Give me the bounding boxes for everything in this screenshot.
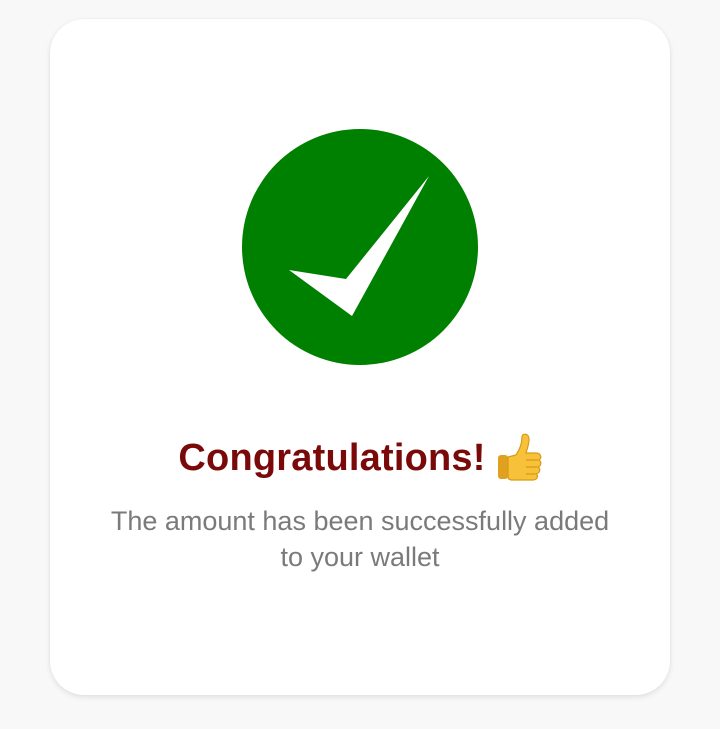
title-row: Congratulations! (50, 433, 670, 483)
success-dialog-card: Congratulations! The amount has been suc… (50, 19, 670, 695)
success-checkmark-icon (242, 129, 478, 365)
success-message: The amount has been successfully added t… (110, 506, 610, 572)
congratulations-title: Congratulations! (178, 437, 486, 479)
thumbs-up-icon (496, 433, 542, 483)
